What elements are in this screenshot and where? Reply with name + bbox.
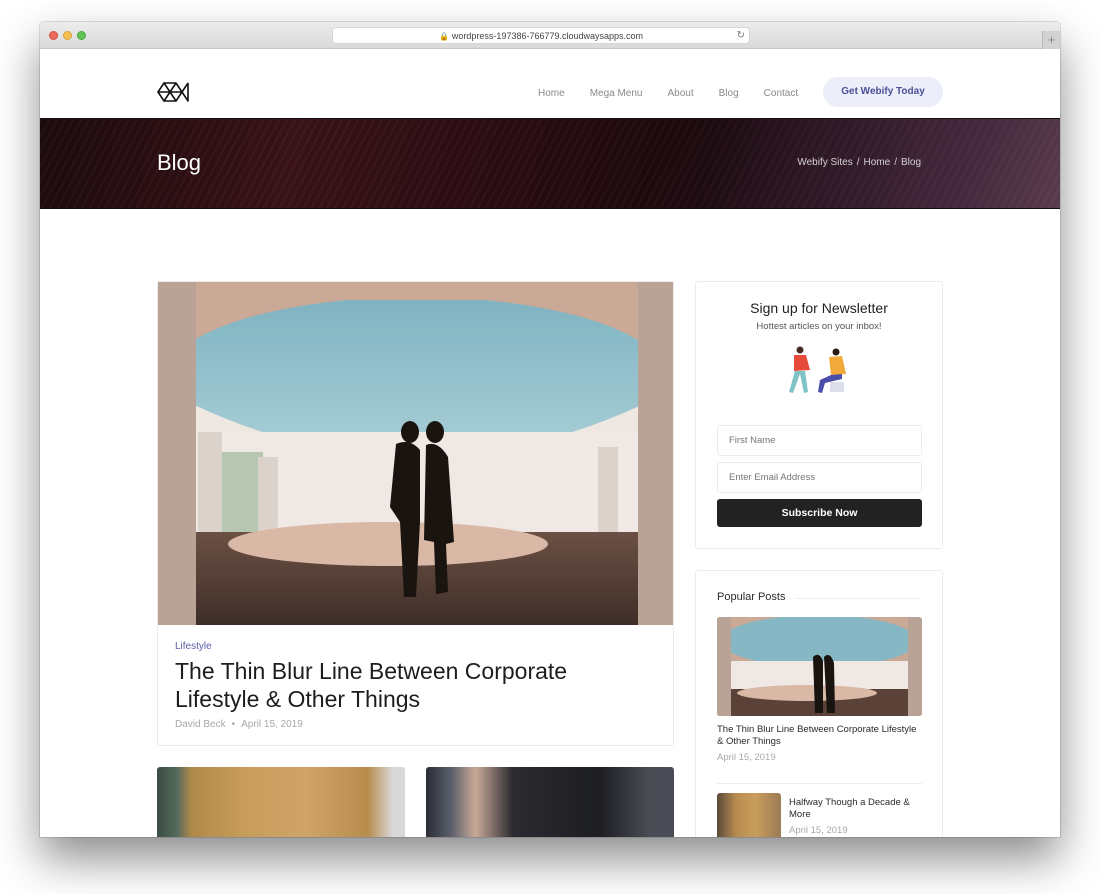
subscribe-button[interactable]: Subscribe Now [717, 499, 922, 527]
reload-icon[interactable]: ↻ [737, 28, 745, 44]
get-webify-button[interactable]: Get Webify Today [823, 77, 943, 107]
breadcrumb-current: Blog [900, 157, 921, 168]
popular-post-title[interactable]: Halfway Though a Decade & More [789, 797, 919, 821]
popular-posts-heading: Popular Posts [717, 591, 786, 603]
browser-window: 🔒 wordpress-197386-766779.cloudwaysapps.c… [40, 22, 1060, 837]
couple-silhouette-photo[interactable] [158, 282, 673, 625]
meeting-hands-photo[interactable] [426, 767, 674, 837]
nav-home[interactable]: Home [538, 88, 565, 99]
nav-about[interactable]: About [668, 88, 694, 99]
minimize-window-button[interactable] [63, 31, 72, 40]
main-nav: Home Mega Menu About Blog Contact [538, 88, 823, 99]
popular-post-date: April 15, 2019 [789, 825, 848, 836]
nav-mega-menu[interactable]: Mega Menu [590, 88, 643, 99]
newsletter-subtitle: Hottest articles on your inbox! [756, 321, 882, 332]
plus-icon[interactable]: + [1042, 31, 1060, 49]
popular-post-date: April 15, 2019 [717, 752, 776, 763]
popular-post-title[interactable]: The Thin Blur Line Between Corporate Lif… [717, 724, 917, 748]
breadcrumb-webify-sites[interactable]: Webify Sites [797, 157, 852, 168]
couple-silhouette-photo[interactable] [717, 617, 922, 716]
post-meta: David Beck • April 15, 2019 [175, 719, 303, 730]
meta-bullet: • [231, 719, 236, 730]
popular-posts-widget: Popular Posts The Thin Blur Line Between… [695, 570, 943, 837]
breadcrumb-separator: / [856, 157, 860, 168]
zoom-window-button[interactable] [77, 31, 86, 40]
featured-post-card[interactable]: Lifestyle The Thin Blur Line Between Cor… [157, 281, 674, 746]
post-category[interactable]: Lifestyle [175, 641, 212, 652]
lock-icon: 🔒 [438, 32, 449, 41]
browser-titlebar: 🔒 wordpress-197386-766779.cloudwaysapps.c… [40, 22, 1060, 49]
breadcrumb-home[interactable]: Home [864, 157, 891, 168]
url-text: wordpress-197386-766779.cloudwaysapps.co… [451, 31, 644, 41]
address-bar[interactable]: 🔒 wordpress-197386-766779.cloudwaysapps.c… [332, 27, 750, 44]
webify-logo-icon[interactable] [156, 80, 190, 104]
mustard-sweater-photo[interactable] [717, 793, 781, 837]
newsletter-title: Sign up for Newsletter [750, 300, 888, 316]
post-title[interactable]: The Thin Blur Line Between Corporate Lif… [175, 657, 635, 713]
email-input[interactable] [717, 462, 922, 493]
nav-contact[interactable]: Contact [764, 88, 798, 99]
page-title: Blog [157, 150, 202, 175]
post-author[interactable]: David Beck [175, 719, 226, 730]
newsletter-widget: Sign up for Newsletter Hottest articles … [695, 281, 943, 549]
close-window-button[interactable] [49, 31, 58, 40]
divider [717, 783, 922, 784]
mustard-sweater-photo[interactable] [157, 767, 405, 837]
site-header: Home Mega Menu About Blog Contact Get We… [40, 49, 1060, 118]
page-hero: Blog Webify Sites / Home / Blog [40, 118, 1060, 209]
breadcrumb: Webify Sites / Home / Blog [797, 157, 921, 168]
first-name-input[interactable] [717, 425, 922, 456]
heading-divider [795, 598, 921, 599]
nav-blog[interactable]: Blog [719, 88, 739, 99]
two-people-illustration [789, 346, 846, 393]
breadcrumb-separator: / [894, 157, 897, 168]
post-date: April 15, 2019 [241, 719, 303, 730]
